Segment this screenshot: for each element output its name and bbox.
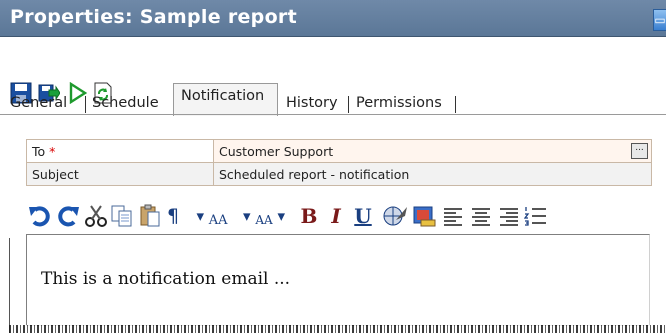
redo-icon[interactable] bbox=[56, 203, 80, 229]
numbered-list-icon[interactable] bbox=[524, 203, 546, 229]
frame-edge bbox=[9, 238, 10, 333]
copy-icon[interactable] bbox=[110, 203, 134, 229]
undo-icon[interactable] bbox=[28, 203, 52, 229]
to-value: Customer Support bbox=[219, 143, 334, 159]
font-grow-glyph: AA bbox=[208, 213, 228, 228]
tab-divider bbox=[348, 96, 349, 113]
align-left-icon[interactable] bbox=[442, 203, 464, 229]
font-shrink-glyph: AA bbox=[255, 213, 273, 227]
editor-body-text: This is a notification email ... bbox=[41, 269, 291, 289]
notification-fields: To * Customer Support ... Subject Schedu… bbox=[26, 139, 652, 186]
field-row-to: To * Customer Support ... bbox=[26, 139, 652, 163]
font-shrink-icon[interactable]: ▾ AA ▾ bbox=[238, 203, 290, 229]
italic-icon[interactable]: I bbox=[328, 203, 344, 229]
dropdown-glyph: ▾ bbox=[196, 207, 204, 225]
insert-link-icon[interactable] bbox=[382, 203, 408, 229]
screenshot-artifact bbox=[9, 325, 666, 333]
tab-permissions[interactable]: Permissions bbox=[356, 95, 442, 111]
tab-history[interactable]: History bbox=[286, 95, 338, 111]
font-grow-icon[interactable]: ▾ AA bbox=[186, 203, 238, 229]
tab-general[interactable]: General bbox=[10, 95, 67, 111]
align-center-icon[interactable] bbox=[470, 203, 492, 229]
tab-notification[interactable]: Notification bbox=[181, 88, 264, 104]
subject-field[interactable]: Scheduled report - notification bbox=[213, 162, 652, 186]
window-titlebar: Properties: Sample report ▭ bbox=[0, 0, 666, 37]
field-row-subject: Subject Scheduled report - notification bbox=[26, 162, 652, 186]
cut-icon[interactable] bbox=[84, 203, 108, 229]
tab-divider bbox=[85, 96, 86, 113]
to-label-cell: To * bbox=[26, 139, 214, 163]
tab-strip-baseline bbox=[0, 114, 666, 115]
browse-recipients-button[interactable]: ... bbox=[631, 143, 648, 159]
tab-divider bbox=[455, 96, 456, 113]
insert-image-icon[interactable] bbox=[412, 203, 436, 229]
bold-icon[interactable]: B bbox=[300, 203, 318, 229]
dropdown-glyph: ▾ bbox=[243, 207, 251, 225]
underline-icon[interactable]: U bbox=[354, 203, 372, 229]
window-title: Properties: Sample report bbox=[10, 6, 297, 28]
to-field[interactable]: Customer Support ... bbox=[213, 139, 652, 163]
report-toolbar bbox=[0, 37, 666, 104]
maximize-button[interactable]: ▭ bbox=[653, 9, 666, 31]
align-right-icon[interactable] bbox=[498, 203, 520, 229]
to-label: To bbox=[32, 143, 46, 159]
paragraph-icon[interactable]: ¶ bbox=[166, 203, 180, 229]
required-marker: * bbox=[49, 143, 56, 159]
tab-schedule[interactable]: Schedule bbox=[92, 95, 159, 111]
subject-label: Subject bbox=[26, 162, 214, 186]
notification-body-editor[interactable]: This is a notification email ... bbox=[26, 234, 650, 326]
dropdown-glyph: ▾ bbox=[277, 207, 285, 225]
paste-icon[interactable] bbox=[138, 203, 162, 229]
